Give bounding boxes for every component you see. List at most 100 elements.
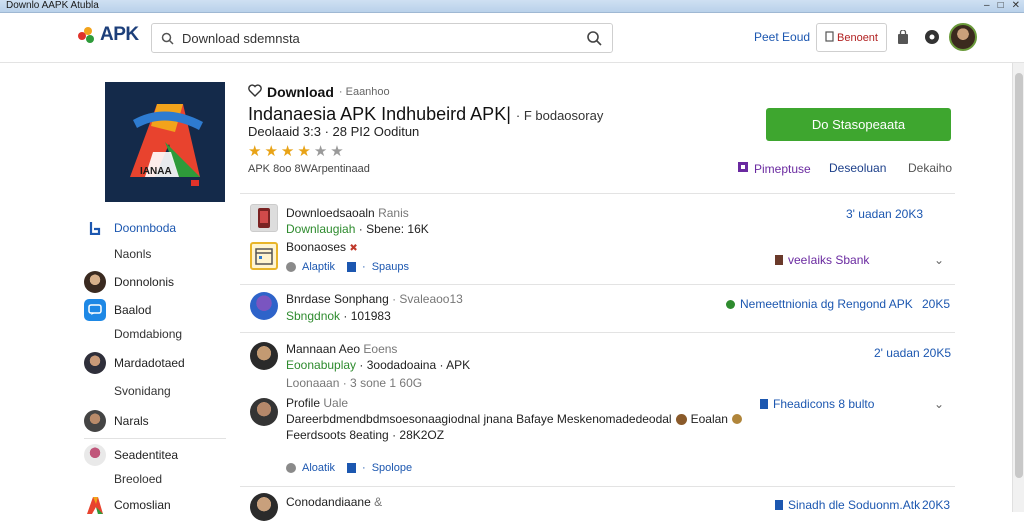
feed-item-subtitle: Eoens <box>363 342 398 356</box>
help-icon[interactable] <box>923 28 941 46</box>
minimize-button[interactable]: – <box>984 0 990 12</box>
hero-link-2[interactable]: Dekaiho <box>908 161 952 175</box>
feed-item-meta: · 3oodadoaina · APK <box>359 358 471 372</box>
sidebar-sub-label[interactable]: Domdabiong <box>114 327 182 341</box>
feed-item-4-right[interactable]: Fheadicons 8 bulto <box>760 397 874 411</box>
search-submit-icon[interactable] <box>586 30 602 51</box>
sidebar-item-1[interactable]: Donnolonis <box>84 271 174 293</box>
star-filled-icon: ★ <box>248 143 262 160</box>
feed-item-body: Dareerbdmendbdmsoesonaagiodnal jnana Baf… <box>286 412 672 426</box>
feed-item-1-actions: Alaptik · Spaups <box>286 261 409 273</box>
feed-item-2-line2: Sbngdnok · 101983 <box>286 309 391 323</box>
chevron-down-icon[interactable]: ⌄ <box>934 397 944 411</box>
sidebar-item-3[interactable]: Mardadotaed <box>84 352 185 374</box>
window-titlebar: Downlo AAPK Atubla – □ ✕ <box>0 0 1024 13</box>
feed-item-3-title[interactable]: Mannaan Aeo Eoens <box>286 342 397 356</box>
feed-item-number: 20K3 <box>922 498 951 512</box>
sidebar-item-label: Donnolonis <box>114 275 175 289</box>
sidebar-item-2[interactable]: Baalod <box>84 299 151 321</box>
scrollbar[interactable] <box>1012 63 1024 512</box>
circle-icon <box>286 463 296 473</box>
avatar <box>250 398 278 426</box>
chat-bubble-icon <box>726 299 735 309</box>
sidebar-sub-label[interactable]: Naonls <box>114 247 151 261</box>
feed-item-title: Bnrdase Sonphang <box>286 292 389 306</box>
divider <box>240 486 955 487</box>
action-link[interactable]: Alaptik <box>302 261 335 273</box>
action-link[interactable]: Spolope <box>372 462 412 474</box>
chat-icon <box>84 299 106 321</box>
hero-link-0[interactable]: Pimeptuse <box>737 161 811 176</box>
site-logo[interactable]: APK <box>76 24 139 46</box>
scrollbar-thumb[interactable] <box>1015 73 1023 478</box>
sidebar-item-4[interactable]: Narals <box>84 410 149 432</box>
feed-item-2-title[interactable]: Bnrdase Sonphang · Svaleaoo13 <box>286 292 463 306</box>
feed-item-subtitle: Ranis <box>378 206 409 220</box>
avatar <box>250 493 278 521</box>
app-cover-image: IANAA <box>105 82 225 202</box>
sidebar-item-6[interactable]: Comoslian <box>84 494 171 516</box>
divider <box>240 193 955 194</box>
header-link[interactable]: Peet Eoud <box>754 30 810 44</box>
avatar <box>250 342 278 370</box>
divider <box>240 284 955 285</box>
star-filled-icon: ★ <box>297 143 311 160</box>
download-button[interactable]: Do Stasopeaata <box>766 108 951 141</box>
feed-item-green: Sbngdnok <box>286 309 341 323</box>
emoji-icon <box>731 414 742 424</box>
sidebar-item-home[interactable]: Doonnboda <box>84 221 176 235</box>
window-controls: – □ ✕ <box>984 0 1020 12</box>
feed-item-right-label: Fheadicons 8 bulto <box>773 397 875 411</box>
home-icon <box>84 221 106 235</box>
feed-item-meta: · Sbene: 16K <box>358 222 429 236</box>
feed-item-1-title[interactable]: Downloedsaoaln Ranis <box>286 206 409 220</box>
action-link[interactable]: Spaups <box>372 261 409 273</box>
badge-icon: ✖ <box>349 243 358 254</box>
app-title-extra: · F bodaosoray <box>515 108 604 123</box>
feed-item-5-title[interactable]: Conodandiaane & <box>286 495 382 509</box>
feed-item-4-title[interactable]: Profile Uale <box>286 396 348 410</box>
close-button[interactable]: ✕ <box>1012 0 1020 12</box>
download-sublabel: · Eaanhoo <box>338 86 390 98</box>
star-empty-icon: ★ <box>313 143 328 160</box>
sidebar-item-label: Mardadotaed <box>114 356 185 370</box>
sidebar-item-5[interactable]: Seadentitea <box>84 444 178 466</box>
feed-item-number: 20K5 <box>922 297 951 311</box>
feed-item-right-label: Nemeettnionia dg Rengond APK <box>740 297 913 311</box>
feed-item-tag-label: veeIaiks Sbank <box>788 253 870 267</box>
user-avatar[interactable] <box>949 23 977 51</box>
sidebar-sub-label[interactable]: Breoloed <box>114 472 162 486</box>
bookmark-icon <box>347 262 357 272</box>
sidebar-item-label: Comoslian <box>114 498 171 512</box>
feed-item-right-label: Sinadh dle Soduonm.Atk <box>788 498 921 512</box>
star-empty-icon: ★ <box>330 143 344 160</box>
chevron-down-icon[interactable]: ⌄ <box>934 253 944 267</box>
account-button[interactable]: Benoent <box>816 23 887 52</box>
avatar <box>84 410 106 432</box>
sidebar-sub-label[interactable]: Svonidang <box>114 384 171 398</box>
search-input[interactable]: Download sdemnsta <box>182 31 300 46</box>
feed-item-5-right[interactable]: Sinadh dle Soduonm.Atk <box>775 498 920 512</box>
search-bar[interactable]: Download sdemnsta <box>151 23 613 53</box>
heart-icon[interactable] <box>248 84 262 100</box>
feed-item-body-tail: Eoalan <box>690 412 728 426</box>
feed-item-2-right[interactable]: Nemeettnionia dg Rengond APK <box>726 297 913 311</box>
dot-separator: · <box>362 261 366 273</box>
feed-item-green: Downlaugiah <box>286 222 356 236</box>
sidebar-item-label: Seadentitea <box>114 448 179 462</box>
app-title-main: Indanaesia APK Indhubeird APK| <box>248 104 511 124</box>
feed-item-tag[interactable]: veeIaiks Sbank <box>775 253 869 267</box>
feed-item-4-line2: Feerdsoots 8eating · 28K2OZ <box>286 428 445 442</box>
action-link[interactable]: Aloatik <box>302 462 335 474</box>
bag-icon[interactable] <box>894 28 912 46</box>
avatar <box>84 271 106 293</box>
svg-text:IANAA: IANAA <box>140 166 172 177</box>
hero-link-1[interactable]: Deseoluan <box>829 161 886 175</box>
feed-item-title: Profile <box>286 396 321 410</box>
circle-icon <box>286 262 296 272</box>
maximize-button[interactable]: □ <box>998 0 1004 12</box>
feed-item-text: Boonaoses <box>286 240 347 254</box>
feed-item-4-body: Dareerbdmendbdmsoesonaagiodnal jnana Baf… <box>286 412 742 426</box>
download-label: Download <box>267 84 334 100</box>
tag-icon <box>775 255 783 265</box>
